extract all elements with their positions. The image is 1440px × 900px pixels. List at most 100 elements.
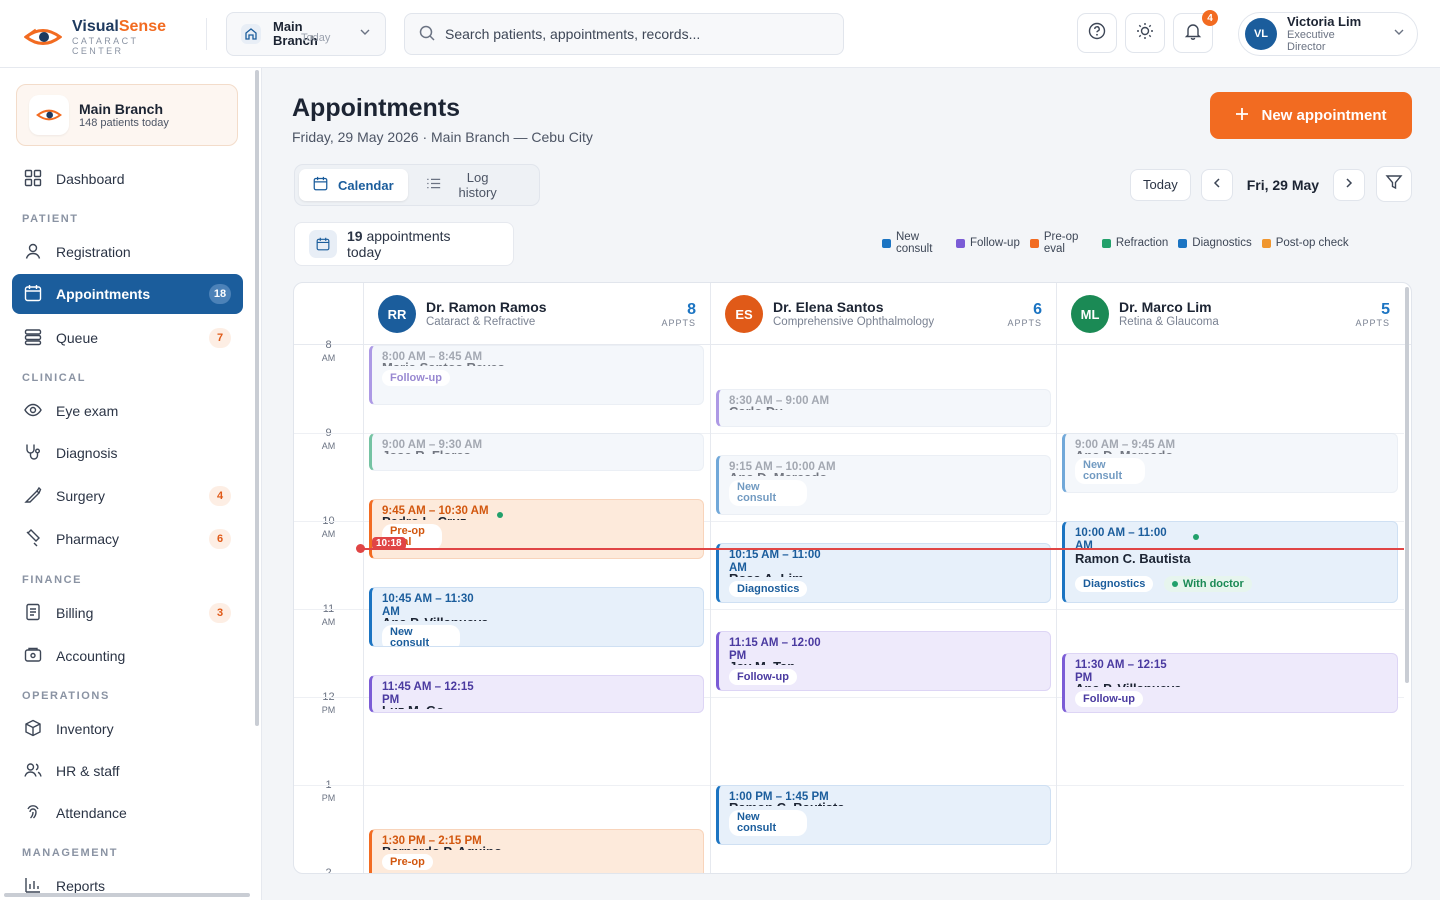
sidebar-item-queue[interactable]: Queue 7 <box>12 318 243 358</box>
user-menu[interactable]: VL Victoria Lim Executive Director <box>1238 12 1418 56</box>
doctor-column-header[interactable]: ES Dr. Elena Santos Comprehensive Ophthal… <box>710 283 1056 345</box>
calendar-scrollbar[interactable] <box>1405 287 1409 683</box>
sidebar-item-eye-exam[interactable]: Eye exam <box>12 391 243 431</box>
plus-icon <box>1235 107 1249 125</box>
next-day-button[interactable] <box>1333 168 1366 201</box>
appointment-patient: Jose R. Flores <box>382 448 693 454</box>
appointment-patient: Maria Santos Reyes <box>382 360 693 366</box>
notifications-button[interactable]: 4 <box>1173 10 1218 53</box>
appointment-card[interactable]: 11:15 AM – 12:00 PM Joy M. Tan Follow-up <box>716 631 1051 691</box>
legend-item: Pre-op eval <box>1029 231 1092 255</box>
tab-log-history[interactable]: Log history <box>412 169 519 201</box>
tab-calendar[interactable]: Calendar <box>299 169 408 201</box>
chevron-right-icon <box>1343 176 1355 194</box>
count-badge: 7 <box>209 328 231 348</box>
sidebar-item-hr[interactable]: HR & staff <box>12 751 243 791</box>
appointment-card[interactable]: 9:00 AM – 9:45 AM Ana D. Mercado New con… <box>1062 433 1398 493</box>
hour-label: 12 PM <box>321 691 336 715</box>
appointment-patient: Ramon C. Bautista <box>729 800 1040 806</box>
sidebar-item-inventory[interactable]: Inventory <box>12 709 243 749</box>
sidebar-item-label: Billing <box>56 605 94 621</box>
new-appointment-button[interactable]: New appointment <box>1210 92 1412 139</box>
column-divider <box>1056 345 1057 873</box>
previous-day-button[interactable] <box>1200 168 1233 201</box>
sidebar-scrollbar[interactable] <box>255 70 259 726</box>
appointment-card[interactable]: 10:45 AM – 11:30 AM Ana P. Villanueva Ne… <box>369 587 704 647</box>
section-label-patient: PATIENT <box>22 213 79 225</box>
appointment-card[interactable]: 1:00 PM – 1:45 PM Ramon C. Bautista New … <box>716 785 1051 845</box>
brand-name-a: Visual <box>72 18 119 35</box>
appointment-card[interactable]: 1:30 PM – 2:15 PM Bernardo P. Aquino Pre… <box>369 829 704 873</box>
hour-label: 11 AM <box>321 603 336 627</box>
sun-icon <box>1136 22 1154 45</box>
legend-label: Diagnostics <box>1192 237 1252 249</box>
legend-label: Pre-op eval <box>1043 231 1079 255</box>
status-badge: With doctor <box>1163 576 1252 592</box>
sidebar-item-billing[interactable]: Billing 3 <box>12 593 243 633</box>
doctor-column-header[interactable]: RR Dr. Ramon Ramos Cataract & Refractive … <box>363 283 710 345</box>
sidebar-item-appointments[interactable]: Appointments 18 <box>12 274 243 314</box>
appointment-card[interactable]: 11:45 AM – 12:15 PM Luz M. Go <box>369 675 704 713</box>
sidebar-item-accounting[interactable]: Accounting <box>12 636 243 676</box>
pill-icon <box>24 528 42 550</box>
notification-count-badge: 4 <box>1202 10 1218 26</box>
appointment-card[interactable]: 11:30 AM – 12:15 PM Ana P. Villanueva Fo… <box>1062 653 1398 713</box>
doctor-appt-unit: APPTS <box>661 317 696 328</box>
appointment-type-badge: New consult <box>729 810 807 836</box>
theme-toggle-button[interactable] <box>1125 13 1165 53</box>
current-time-label: 10:18 <box>372 537 406 550</box>
appointment-card[interactable]: 8:30 AM – 9:00 AM Carlo Dy <box>716 389 1051 427</box>
legend-label: New consult <box>896 231 933 255</box>
branch-card[interactable]: Main Branch 148 patients today <box>16 84 238 146</box>
help-button[interactable] <box>1077 13 1117 53</box>
branch-selector[interactable]: Main Branch Today <box>226 12 386 56</box>
branch-card-name: Main Branch <box>79 100 164 117</box>
column-divider <box>710 345 711 873</box>
brand-logo[interactable]: VisualSense CATARACT CENTER <box>23 18 166 56</box>
appointment-card[interactable]: 10:15 AM – 11:00 AM Rosa A. Lim Diagnost… <box>716 543 1051 603</box>
search-input[interactable]: Search patients, appointments, records..… <box>404 13 844 55</box>
today-button[interactable]: Today <box>1130 168 1191 201</box>
sidebar-item-label: Surgery <box>56 488 106 504</box>
appointment-card[interactable]: 10:00 AM – 11:00 AM Ramon C. Bautista Di… <box>1062 521 1398 603</box>
hour-label: 10 AM <box>321 515 336 539</box>
view-tabs: Calendar Log history <box>294 164 540 206</box>
hour-label: 1PM <box>321 779 336 803</box>
appointment-card[interactable]: 9:15 AM – 10:00 AM Ana D. Mercado New co… <box>716 455 1051 515</box>
appointment-patient: Ana D. Mercado <box>1075 448 1387 454</box>
calendar-grid: 8AM 9AM 10AM 11AM 12PM 1PM 2PM 8:00 AM –… <box>294 339 1411 873</box>
doctor-appt-count: 5 <box>1381 300 1390 318</box>
queue-icon <box>24 328 42 349</box>
brand-tagline: CATARACT CENTER <box>72 36 139 56</box>
sidebar-item-label: Reports <box>56 878 106 894</box>
sidebar-item-diagnosis[interactable]: Diagnosis <box>12 433 243 473</box>
sidebar-item-dashboard[interactable]: Dashboard <box>12 159 243 199</box>
appointment-type-badge: Follow-up <box>1075 691 1143 707</box>
eye-logo-icon <box>29 95 69 135</box>
count-badge: 18 <box>209 284 231 304</box>
count-badge: 4 <box>209 486 231 506</box>
eye-icon <box>24 401 42 422</box>
filter-button[interactable] <box>1376 166 1412 202</box>
doctor-columns-header: RR Dr. Ramon Ramos Cataract & Refractive … <box>294 283 1411 345</box>
legend-swatch <box>882 238 891 248</box>
legend-label: Refraction <box>1115 237 1169 249</box>
current-time-dot <box>356 544 365 553</box>
doctor-column-header[interactable]: ML Dr. Marco Lim Retina & Glaucoma 5 APPTS <box>1056 283 1404 345</box>
appointment-card[interactable]: 8:00 AM – 8:45 AM Maria Santos Reyes Fol… <box>369 345 704 405</box>
sidebar-item-surgery[interactable]: Surgery 4 <box>12 476 243 516</box>
sidebar-item-pharmacy[interactable]: Pharmacy 6 <box>12 519 243 559</box>
sidebar-horizontal-scrollbar[interactable] <box>4 893 250 897</box>
sidebar-item-attendance[interactable]: Attendance <box>12 793 243 833</box>
sidebar-item-label: Registration <box>56 244 131 260</box>
date-navigator: Today Fri, 29 May <box>1130 168 1366 201</box>
appointment-card[interactable]: 9:00 AM – 9:30 AM Jose R. Flores <box>369 433 704 471</box>
receipt-icon <box>24 603 42 624</box>
appointment-card[interactable]: 9:45 AM – 10:30 AM Pedro L. Cruz Pre-op … <box>369 499 704 559</box>
legend-swatch <box>1101 238 1111 248</box>
appointment-type-badge: Diagnostics <box>729 581 808 597</box>
sidebar-item-registration[interactable]: Registration <box>12 232 243 272</box>
doctor-appt-unit: APPTS <box>1355 317 1390 328</box>
legend-swatch <box>956 238 965 248</box>
stethoscope-icon <box>24 443 42 464</box>
